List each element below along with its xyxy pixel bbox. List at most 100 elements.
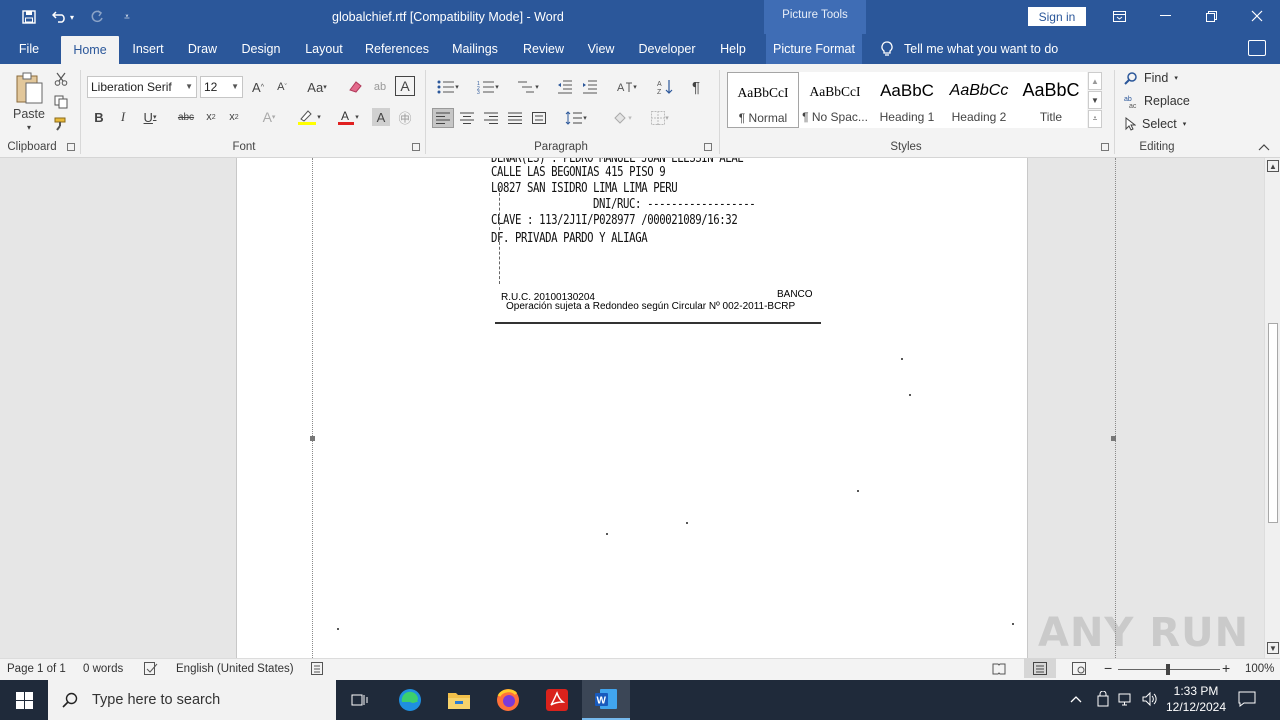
comments-icon[interactable]	[1248, 40, 1266, 56]
customize-quick-access-icon[interactable]: ⩡	[116, 7, 138, 27]
tab-file[interactable]: File	[8, 34, 50, 64]
task-view-icon[interactable]	[336, 680, 384, 720]
enclose-characters-icon[interactable]: ㊥	[396, 108, 414, 126]
paragraph-launcher-icon[interactable]	[704, 143, 712, 151]
change-case-icon[interactable]: Aa ▾	[300, 78, 334, 96]
styles-more-icon[interactable]: ⩡	[1088, 110, 1102, 128]
vertical-scrollbar[interactable]: ▲ ▼	[1264, 158, 1280, 658]
tray-overflow-icon[interactable]	[1070, 691, 1082, 706]
distributed-icon[interactable]	[529, 108, 549, 128]
zoom-in-icon[interactable]: +	[1222, 660, 1230, 676]
clear-formatting-icon[interactable]	[346, 78, 366, 96]
grow-font-icon[interactable]: A ^	[249, 78, 267, 96]
style-normal[interactable]: AaBbCcI ¶ Normal	[727, 72, 799, 128]
increase-indent-icon[interactable]	[580, 78, 600, 96]
style-heading-1[interactable]: AaBbC Heading 1	[871, 72, 943, 128]
strikethrough-icon[interactable]: abc	[176, 108, 196, 126]
document-area[interactable]: DENAR(ES) : PEDRO MANUEL JUAN ELESSIN AL…	[0, 158, 1264, 658]
clipboard-launcher-icon[interactable]	[67, 143, 75, 151]
close-button[interactable]	[1234, 0, 1280, 32]
underline-icon[interactable]: U ▾	[138, 108, 162, 126]
tab-developer[interactable]: Developer	[632, 34, 702, 64]
paste-dropdown-icon[interactable]: ▾	[22, 122, 36, 132]
replace-button[interactable]: ab ac Replace	[1124, 91, 1190, 111]
tell-me-search[interactable]: Tell me what you want to do	[880, 34, 1058, 64]
language-status[interactable]: English (United States)	[176, 663, 294, 675]
proofing-icon[interactable]	[144, 662, 158, 678]
web-layout-icon[interactable]	[1072, 662, 1086, 678]
style-heading-2[interactable]: AaBbCc Heading 2	[943, 72, 1015, 128]
zoom-slider-thumb[interactable]	[1166, 664, 1170, 675]
tab-review[interactable]: Review	[516, 34, 571, 64]
style-title[interactable]: AaBbC Title	[1015, 72, 1087, 128]
align-right-icon[interactable]	[481, 108, 501, 128]
scrollbar-thumb[interactable]	[1268, 323, 1278, 523]
sign-in-button[interactable]: Sign in	[1028, 7, 1086, 26]
copy-icon[interactable]	[52, 93, 70, 111]
tab-help[interactable]: Help	[712, 34, 754, 64]
picture-resize-handle[interactable]	[1111, 436, 1116, 441]
tab-view[interactable]: View	[580, 34, 622, 64]
show-formatting-marks-icon[interactable]: ¶	[686, 78, 706, 96]
tab-picture-format[interactable]: Picture Format	[766, 34, 862, 64]
tab-home[interactable]: Home	[61, 36, 119, 64]
page-count[interactable]: Page 1 of 1	[7, 663, 66, 675]
start-button[interactable]	[0, 680, 48, 720]
shading-icon[interactable]: ▾	[606, 108, 638, 128]
word-count[interactable]: 0 words	[83, 663, 123, 675]
tab-references[interactable]: References	[362, 34, 432, 64]
tab-layout[interactable]: Layout	[298, 34, 350, 64]
character-shading-icon[interactable]: A	[372, 108, 390, 126]
zoom-level[interactable]: 100%	[1245, 663, 1274, 675]
style-no-spacing[interactable]: AaBbCcI ¶ No Spac...	[799, 72, 871, 128]
numbering-icon[interactable]: 1 2 3 ▾	[472, 78, 504, 96]
find-button[interactable]: Find ▾	[1124, 68, 1178, 88]
collapse-ribbon-icon[interactable]	[1256, 140, 1272, 154]
minimize-button[interactable]	[1142, 0, 1188, 32]
align-left-icon[interactable]	[432, 108, 454, 128]
sort-icon[interactable]: AZ	[655, 78, 675, 96]
font-color-icon[interactable]: A ▾	[332, 108, 364, 126]
highlight-color-icon[interactable]: ▾	[292, 108, 326, 126]
font-size-dropdown[interactable]: 12 ▼	[200, 76, 243, 98]
paste-button[interactable]: Paste	[8, 106, 50, 122]
word-taskbar-icon[interactable]: W	[582, 680, 630, 720]
line-spacing-icon[interactable]: ▾	[560, 108, 592, 128]
format-painter-icon[interactable]	[52, 115, 70, 133]
paste-icon[interactable]	[12, 70, 46, 106]
notifications-icon[interactable]	[1238, 691, 1256, 710]
zoom-out-icon[interactable]: −	[1104, 660, 1112, 676]
character-border-icon[interactable]: A	[395, 76, 415, 96]
shrink-font-icon[interactable]: Aˇ	[273, 78, 291, 96]
security-icon[interactable]	[1096, 690, 1110, 710]
styles-launcher-icon[interactable]	[1101, 143, 1109, 151]
scanned-receipt-image[interactable]: DENAR(ES) : PEDRO MANUEL JUAN ELESSIN AL…	[491, 158, 831, 333]
file-explorer-icon[interactable]	[435, 680, 483, 720]
styles-scroll-down-icon[interactable]: ▼	[1088, 91, 1102, 109]
read-mode-icon[interactable]	[992, 662, 1006, 678]
bold-icon[interactable]: B	[90, 108, 108, 126]
save-icon[interactable]	[18, 7, 40, 27]
volume-icon[interactable]	[1142, 691, 1158, 710]
picture-resize-handle[interactable]	[310, 436, 315, 441]
taskbar-search[interactable]: Type here to search	[48, 680, 336, 720]
scroll-down-icon[interactable]: ▼	[1267, 642, 1279, 654]
phonetic-guide-icon[interactable]: ab	[370, 78, 390, 96]
font-launcher-icon[interactable]	[412, 143, 420, 151]
text-effects-icon[interactable]: A ▾	[254, 108, 284, 126]
subscript-icon[interactable]: x2	[202, 108, 220, 126]
edge-browser-icon[interactable]	[386, 680, 434, 720]
taskbar-clock[interactable]: 1:33 PM 12/12/2024	[1160, 683, 1232, 715]
tab-design[interactable]: Design	[235, 34, 287, 64]
multilevel-list-icon[interactable]: ▾	[512, 78, 544, 96]
select-button[interactable]: Select ▾	[1124, 114, 1186, 134]
justify-icon[interactable]	[505, 108, 525, 128]
asian-layout-icon[interactable]: A ▾	[612, 78, 642, 96]
cut-icon[interactable]	[52, 70, 70, 88]
scroll-up-icon[interactable]: ▲	[1267, 160, 1279, 172]
ribbon-display-options-icon[interactable]	[1096, 0, 1142, 32]
print-layout-icon[interactable]	[1024, 658, 1056, 678]
align-center-icon[interactable]	[457, 108, 477, 128]
undo-icon[interactable]: ▾	[48, 7, 78, 27]
firefox-icon[interactable]	[484, 680, 532, 720]
